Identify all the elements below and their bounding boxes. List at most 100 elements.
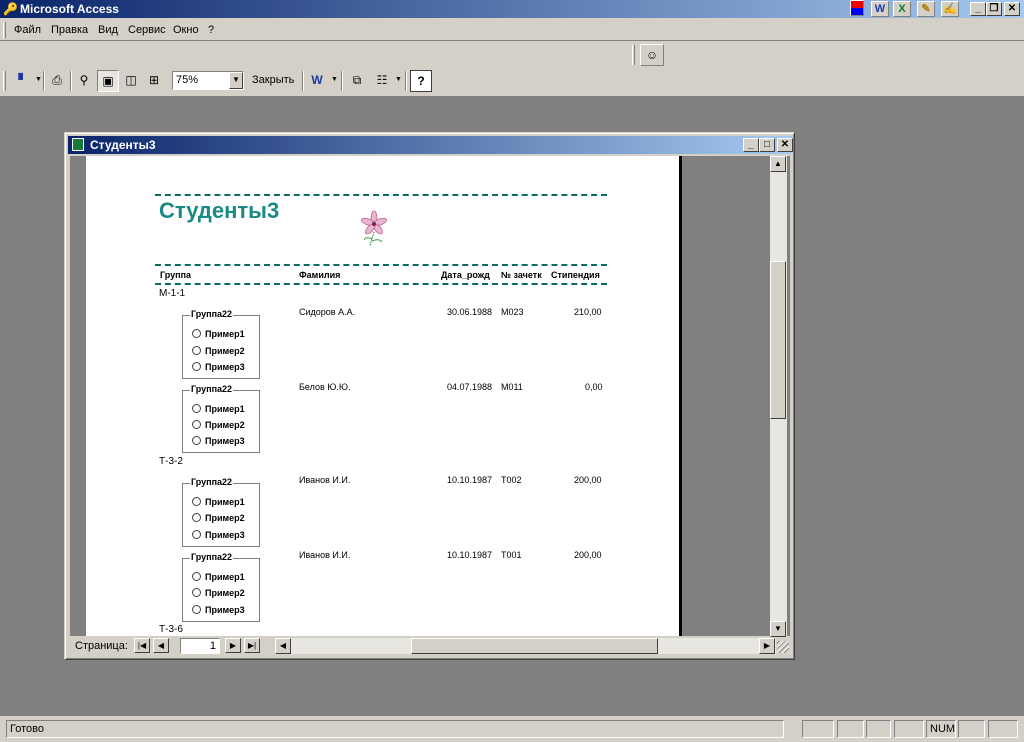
minimize-button[interactable]: _ <box>970 2 986 16</box>
separator <box>302 71 304 91</box>
view-dropdown-icon[interactable]: ▼ <box>35 76 42 83</box>
office-colors-icon[interactable] <box>850 0 864 16</box>
office-links-icon[interactable]: W <box>306 70 328 92</box>
cell-record-book: М023 <box>501 307 524 317</box>
radio-button[interactable] <box>192 420 201 429</box>
option-group-frame: Группа22 Пример1 Пример2 Пример3 <box>182 384 260 453</box>
office-links-dropdown-icon[interactable]: ▼ <box>331 76 338 83</box>
cell-record-book: Т002 <box>501 475 522 485</box>
radio-button[interactable] <box>192 513 201 522</box>
radio-button[interactable] <box>192 362 201 371</box>
radio-button[interactable] <box>192 404 201 413</box>
zoom-select[interactable]: 75% ▼ <box>172 71 244 90</box>
zoom-magnifier-icon[interactable]: ⚲ <box>73 70 95 92</box>
view-icon[interactable]: ▘ <box>12 70 34 92</box>
child-maximize-button[interactable]: □ <box>759 138 775 152</box>
two-pages-icon[interactable]: ◫ <box>120 70 142 92</box>
option-group-frame: Группа22 Пример1 Пример2 Пример3 <box>182 309 260 379</box>
scroll-up-icon[interactable]: ▲ <box>770 156 786 172</box>
option-group-label: Группа22 <box>190 552 234 562</box>
piggy-bank-icon[interactable]: ☺ <box>640 44 664 66</box>
report-window-title: Студенты3 <box>90 138 156 152</box>
status-bar: Готово NUM <box>0 720 1024 740</box>
cell-stipend: 200,00 <box>574 550 602 560</box>
close-button[interactable]: ✕ <box>1004 2 1020 16</box>
cell-surname: Сидоров А.А. <box>299 307 356 317</box>
scroll-thumb[interactable] <box>770 261 786 419</box>
new-object-dropdown-icon[interactable]: ▼ <box>395 76 402 83</box>
access-key-icon[interactable]: ✎ <box>917 1 935 17</box>
cell-surname: Иванов И.И. <box>299 550 351 560</box>
word-icon[interactable]: W <box>871 1 889 17</box>
database-window-icon[interactable]: ⧉ <box>346 70 368 92</box>
next-page-icon[interactable]: ▶ <box>225 638 241 653</box>
dashed-line <box>155 194 607 196</box>
report-page[interactable]: Студенты3 Группа Фамилия Дата_рожд № зач… <box>86 156 682 636</box>
toolbar-grip[interactable] <box>3 71 6 91</box>
cell-birth-date: 30.06.1988 <box>447 307 493 317</box>
menu-file[interactable]: Файл <box>14 24 41 36</box>
scroll-left-icon[interactable]: ◀ <box>275 638 291 654</box>
radio-button[interactable] <box>192 497 201 506</box>
scroll-right-icon[interactable]: ▶ <box>759 638 775 654</box>
multiple-pages-icon[interactable]: ⊞ <box>143 70 165 92</box>
cell-birth-date: 10.10.1987 <box>447 475 493 485</box>
page-number-input[interactable]: 1 <box>180 638 220 654</box>
report-icon <box>72 138 84 151</box>
group-name: М-1-1 <box>159 288 186 299</box>
radio-button[interactable] <box>192 329 201 338</box>
radio-button[interactable] <box>192 572 201 581</box>
menu-help[interactable]: ? <box>208 24 214 36</box>
app-title-bar[interactable]: 🔑 Microsoft Access W X ✎ ✍ _ ❐ ✕ <box>0 0 1024 18</box>
previous-page-icon[interactable]: ◀ <box>153 638 169 653</box>
status-panel <box>866 720 891 738</box>
page-label: Страница: <box>75 640 128 652</box>
scroll-down-icon[interactable]: ▼ <box>770 621 786 637</box>
menu-window[interactable]: Окно <box>173 24 199 36</box>
resize-grip[interactable] <box>777 641 789 653</box>
header-surname: Фамилия <box>299 270 341 280</box>
group-name: Т-3-6 <box>159 624 183 635</box>
zoom-value: 75% <box>176 74 199 86</box>
scroll-thumb[interactable] <box>411 638 658 654</box>
child-minimize-button[interactable]: _ <box>743 138 759 152</box>
menu-view[interactable]: Вид <box>98 24 118 36</box>
header-stipend: Стипендия <box>551 270 600 280</box>
radio-button[interactable] <box>192 605 201 614</box>
radio-button[interactable] <box>192 346 201 355</box>
radio-label: Пример3 <box>205 530 245 540</box>
help-icon[interactable]: ? <box>410 70 432 92</box>
vertical-scrollbar[interactable]: ▲ ▼ <box>770 156 787 637</box>
radio-label: Пример2 <box>205 420 245 430</box>
close-preview-button[interactable]: Закрыть <box>252 74 294 86</box>
menu-grip[interactable] <box>3 22 6 38</box>
radio-label: Пример1 <box>205 497 245 507</box>
last-page-icon[interactable]: ▶| <box>244 638 260 653</box>
child-close-button[interactable]: ✕ <box>777 138 793 152</box>
radio-button[interactable] <box>192 588 201 597</box>
option-group-frame: Группа22 Пример1 Пример2 Пример3 <box>182 477 260 547</box>
status-text: Готово <box>6 720 784 738</box>
radio-button[interactable] <box>192 530 201 539</box>
binder-icon[interactable]: ✍ <box>941 1 959 17</box>
one-page-icon[interactable]: ▣ <box>97 70 119 92</box>
excel-icon[interactable]: X <box>893 1 911 17</box>
record-navigation-bar: Страница: |◀ ◀ 1 ▶ ▶| ◀ ▶ <box>70 637 790 655</box>
horizontal-scrollbar[interactable]: ◀ ▶ <box>275 638 776 654</box>
toolbar-grip[interactable] <box>632 45 635 65</box>
first-page-icon[interactable]: |◀ <box>134 638 150 653</box>
radio-label: Пример1 <box>205 329 245 339</box>
chevron-down-icon[interactable]: ▼ <box>229 72 243 89</box>
status-panel <box>837 720 864 738</box>
cell-birth-date: 10.10.1987 <box>447 550 493 560</box>
menu-tools[interactable]: Сервис <box>128 24 166 36</box>
print-icon[interactable]: ⎙ <box>46 70 68 92</box>
restore-button[interactable]: ❐ <box>986 2 1002 16</box>
new-object-icon[interactable]: ☷ <box>371 70 393 92</box>
status-panel <box>988 720 1018 738</box>
menu-edit[interactable]: Правка <box>51 24 88 36</box>
status-panel <box>894 720 924 738</box>
separator <box>70 71 72 91</box>
report-window-title-bar[interactable]: Студенты3 _ □ ✕ <box>68 136 793 154</box>
radio-button[interactable] <box>192 436 201 445</box>
